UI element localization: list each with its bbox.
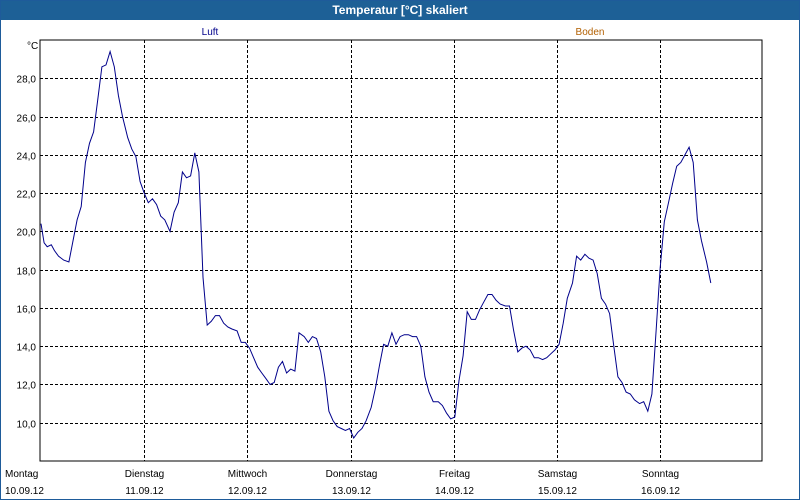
x-tick-day: Samstag — [538, 469, 577, 480]
x-tick-date: 14.09.12 — [435, 486, 474, 497]
x-tick-day: Dienstag — [125, 469, 164, 480]
y-tick-label: 12,0 — [17, 381, 37, 392]
y-tick-label: 16,0 — [17, 305, 37, 316]
x-tick-date: 13.09.12 — [332, 486, 371, 497]
y-tick-label: 10,0 — [17, 420, 37, 431]
plot-frame — [39, 39, 763, 462]
y-tick-label: 26,0 — [17, 114, 37, 125]
legend-boden: Boden — [576, 27, 605, 38]
legend-luft: Luft — [202, 27, 219, 38]
x-tick-date: 11.09.12 — [125, 486, 164, 497]
x-tick-date: 16.09.12 — [641, 486, 680, 497]
x-tick-day: Donnerstag — [326, 469, 378, 480]
series-layer — [40, 49, 712, 440]
grid — [40, 40, 762, 461]
temperature-chart: Luft Boden °C 10,0 12,0 14,0 16,0 18,0 20,0 22… — [5, 27, 763, 497]
y-axis-unit: °C — [27, 41, 38, 52]
y-tick-label: 22,0 — [17, 190, 37, 201]
chart-window: Temperatur [°C] skaliert Luft Boden °C 1… — [0, 0, 800, 500]
x-tick-date: 12.09.12 — [228, 486, 267, 497]
y-tick-label: 28,0 — [17, 75, 37, 86]
y-tick-label: 18,0 — [17, 267, 37, 278]
x-tick-date: 10.09.12 — [5, 486, 44, 497]
series-line-luft — [40, 49, 712, 440]
y-tick-label: 14,0 — [17, 343, 37, 354]
x-tick-day: Montag — [5, 469, 38, 480]
y-tick-label: 20,0 — [17, 228, 37, 239]
x-tick-day: Mittwoch — [228, 469, 267, 480]
x-tick-day: Freitag — [439, 469, 470, 480]
y-tick-label: 24,0 — [17, 152, 37, 163]
x-axis-ticks: Montag 10.09.12 Dienstag 11.09.12 Mittwoch 12… — [5, 469, 680, 497]
y-axis-ticks: 10,0 12,0 14,0 16,0 18,0 20,0 22,0 24,0 26,0 28,0 — [17, 75, 37, 431]
x-tick-date: 15.09.12 — [538, 486, 577, 497]
x-tick-day: Sonntag — [642, 469, 679, 480]
